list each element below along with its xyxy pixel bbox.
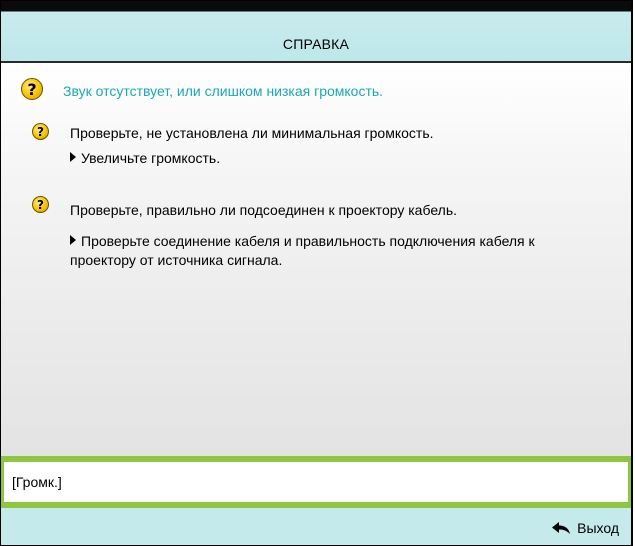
window-title: СПРАВКА	[282, 36, 350, 52]
question-icon: ?	[32, 123, 49, 140]
help-window: СПРАВКА ? Звук отсутствует, или слишком …	[0, 0, 633, 546]
check-step-1: Проверьте, не установлена ли минимальная…	[70, 125, 434, 141]
header-bar: СПРАВКА	[1, 1, 631, 61]
exit-button[interactable]: Выход	[551, 518, 619, 538]
footer-bar: Выход	[1, 508, 631, 545]
action-text-1: Увеличьте громкость.	[81, 150, 221, 166]
triangle-bullet-icon	[70, 152, 76, 162]
help-topic: Звук отсутствует, или слишком низкая гро…	[63, 83, 384, 99]
exit-label: Выход	[577, 520, 619, 536]
check-step-2: Проверьте, правильно ли подсоединен к пр…	[70, 202, 457, 218]
question-icon: ?	[32, 196, 49, 213]
triangle-bullet-icon	[70, 235, 76, 245]
action-text-2b: проектору от источника сигнала.	[70, 252, 283, 268]
return-arrow-icon	[552, 522, 571, 534]
action-step-1: Увеличьте громкость.	[70, 149, 220, 168]
volume-bar[interactable]: [Громк.]	[1, 456, 631, 508]
action-text-2a: Проверьте соединение кабеля и правильнос…	[81, 233, 535, 249]
volume-field[interactable]: [Громк.]	[4, 462, 628, 502]
question-icon: ?	[21, 78, 43, 100]
volume-label: [Громк.]	[12, 474, 62, 490]
action-step-2: Проверьте соединение кабеля и правильнос…	[70, 232, 610, 270]
